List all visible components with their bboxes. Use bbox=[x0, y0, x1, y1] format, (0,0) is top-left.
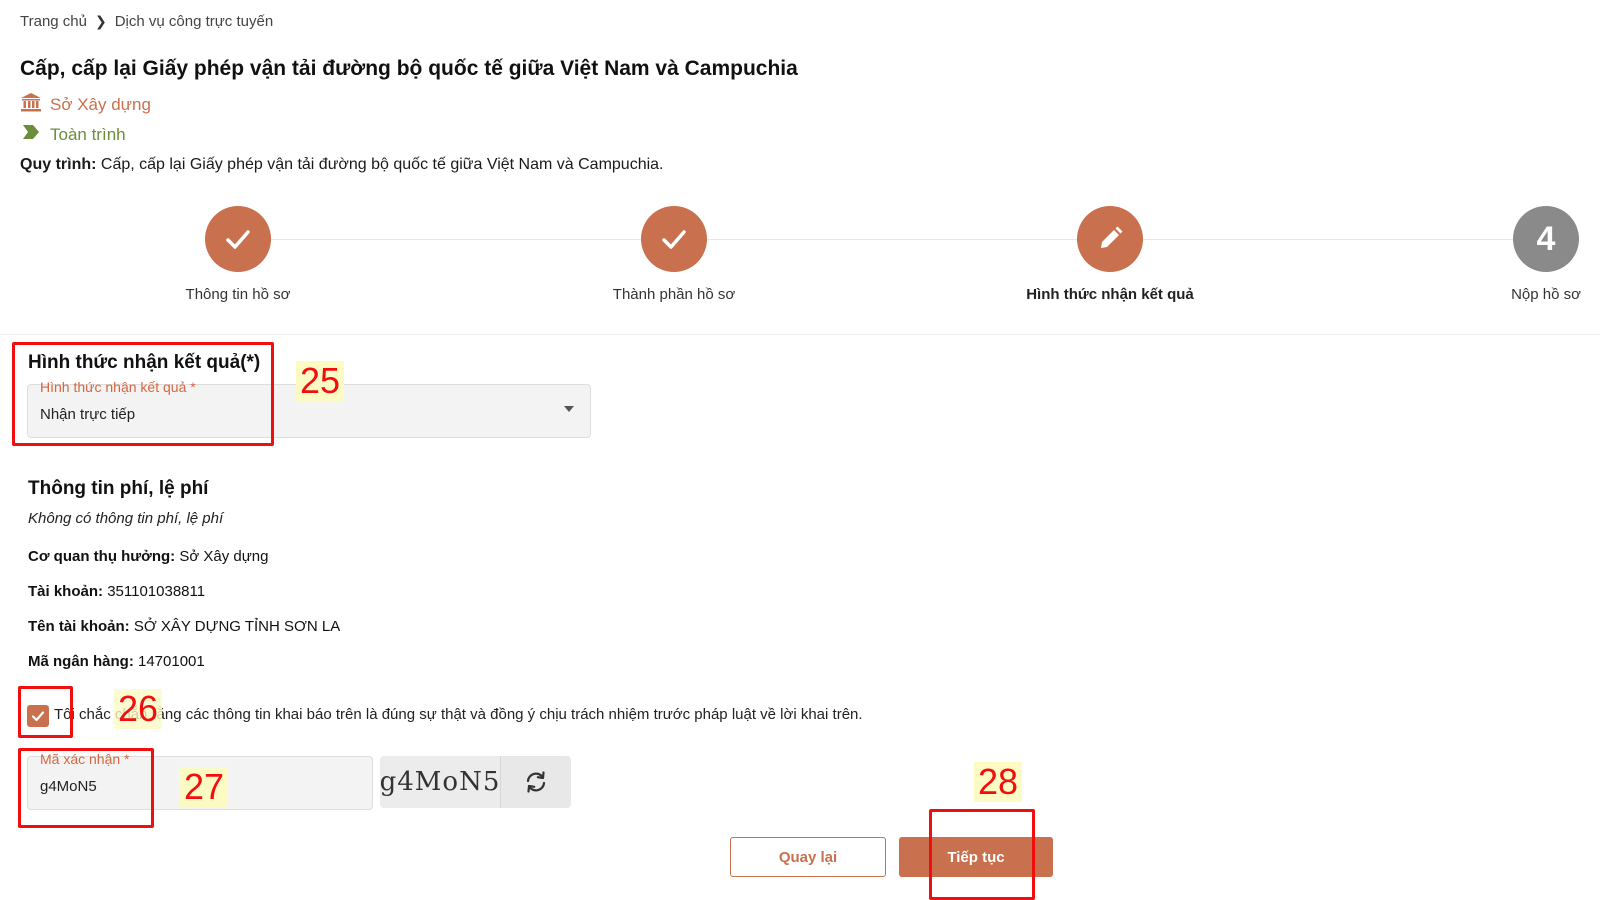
refresh-icon bbox=[526, 771, 546, 793]
step-4: 4 Nộp hồ sơ bbox=[1446, 206, 1600, 303]
back-button[interactable]: Quay lại bbox=[730, 837, 886, 877]
fee-empty-text: Không có thông tin phí, lệ phí bbox=[28, 510, 224, 527]
annotation-box-26 bbox=[18, 686, 73, 738]
breadcrumb: Trang chủ ❯ Dịch vụ công trực tuyến bbox=[20, 13, 273, 30]
step-label: Hình thức nhận kết quả bbox=[1026, 286, 1194, 303]
fee-info-row: Cơ quan thụ hưởng: Sở Xây dựng bbox=[28, 548, 268, 565]
fee-info-row: Tài khoản: 351101038811 bbox=[28, 583, 205, 600]
dropdown-arrow-icon[interactable] bbox=[564, 406, 574, 412]
annotation-box-25 bbox=[12, 342, 274, 446]
agency-name: Sở Xây dựng bbox=[50, 94, 151, 114]
annotation-marker: 27 bbox=[180, 767, 229, 807]
breadcrumb-current[interactable]: Dịch vụ công trực tuyến bbox=[115, 13, 273, 30]
step-2: Thành phần hồ sơ bbox=[574, 206, 774, 303]
scope-text: Toàn trình bbox=[50, 124, 126, 144]
agency-row: Sở Xây dựng bbox=[20, 92, 151, 117]
fee-info-value: SỞ XÂY DỰNG TỈNH SƠN LA bbox=[133, 618, 341, 635]
refresh-captcha-button[interactable] bbox=[500, 756, 571, 808]
bank-building-icon bbox=[20, 92, 42, 117]
annotation-marker: 25 bbox=[296, 361, 345, 401]
fee-info-value: 14701001 bbox=[138, 653, 205, 670]
fee-info-label: Tên tài khoản: bbox=[28, 618, 130, 635]
fee-info-label: Mã ngân hàng: bbox=[28, 653, 134, 670]
step-label: Thành phần hồ sơ bbox=[612, 286, 736, 303]
page-title: Cấp, cấp lại Giấy phép vận tải đường bộ … bbox=[20, 57, 798, 80]
annotation-box-27 bbox=[18, 748, 154, 828]
step-number: 4 bbox=[1513, 206, 1579, 272]
chevron-tag-icon bbox=[22, 124, 40, 145]
fee-info-row: Mã ngân hàng: 14701001 bbox=[28, 653, 205, 670]
process-text: Cấp, cấp lại Giấy phép vận tải đường bộ … bbox=[100, 156, 664, 173]
step-1: Thông tin hồ sơ bbox=[138, 206, 338, 303]
annotation-marker: 26 bbox=[114, 689, 163, 729]
divider bbox=[0, 334, 1600, 335]
fee-info-label: Tài khoản: bbox=[28, 583, 104, 600]
check-icon bbox=[205, 206, 271, 272]
pencil-icon bbox=[1077, 206, 1143, 272]
process-label: Quy trình: bbox=[20, 156, 97, 173]
chevron-right-icon: ❯ bbox=[94, 13, 107, 29]
annotation-marker: 28 bbox=[974, 762, 1023, 802]
agreement-text[interactable]: Tôi chắc chắn rằng các thông tin khai bá… bbox=[54, 706, 863, 723]
step-label: Thông tin hồ sơ bbox=[185, 286, 291, 303]
annotation-box-28 bbox=[929, 809, 1035, 900]
scope-row: Toàn trình bbox=[22, 124, 126, 145]
fee-info-value: 351101038811 bbox=[107, 583, 206, 600]
captcha-image: g4MoN5 bbox=[380, 756, 500, 808]
fee-info-label: Cơ quan thụ hưởng: bbox=[28, 548, 176, 565]
fee-info-value: Sở Xây dựng bbox=[179, 548, 269, 565]
check-icon bbox=[641, 206, 707, 272]
breadcrumb-home-link[interactable]: Trang chủ bbox=[20, 13, 87, 30]
process-line: Quy trình: Cấp, cấp lại Giấy phép vận tả… bbox=[20, 156, 664, 174]
fee-info-row: Tên tài khoản: SỞ XÂY DỰNG TỈNH SƠN LA bbox=[28, 618, 340, 635]
step-3: Hình thức nhận kết quả bbox=[1010, 206, 1210, 303]
stepper-track bbox=[234, 239, 1548, 240]
fee-heading: Thông tin phí, lệ phí bbox=[28, 478, 209, 499]
step-label: Nộp hồ sơ bbox=[1511, 286, 1581, 303]
